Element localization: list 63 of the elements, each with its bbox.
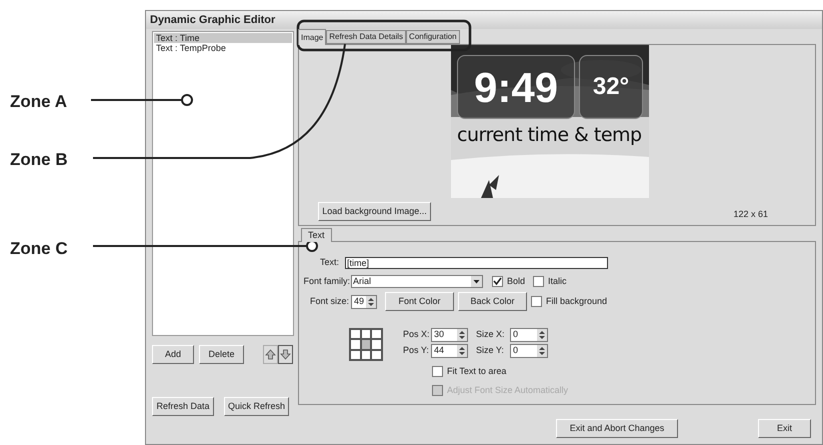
- push-button[interactable]: Load background Image...: [318, 202, 431, 221]
- spin-field[interactable]: 0: [510, 328, 548, 342]
- alignment-cell[interactable]: [360, 339, 372, 350]
- temperature-display: 32°: [579, 55, 643, 119]
- alignment-cell[interactable]: [371, 339, 382, 350]
- spin-field[interactable]: 30: [431, 328, 468, 342]
- spin-arrows-icon: [537, 345, 547, 357]
- field-label: Size X:: [476, 328, 506, 342]
- zone-label: Zone B: [10, 149, 68, 171]
- alignment-cell[interactable]: [350, 350, 361, 360]
- field-label: Pos X:: [403, 328, 431, 342]
- checkbox[interactable]: [531, 296, 542, 307]
- push-button[interactable]: Add: [152, 345, 194, 364]
- spin-field[interactable]: 49: [351, 294, 377, 308]
- spin-arrows-icon: [366, 296, 376, 308]
- spin-field[interactable]: 44: [431, 344, 468, 358]
- time-display: 9:49: [457, 55, 575, 119]
- push-button[interactable]: Exit: [758, 419, 811, 438]
- checkbox-label: Italic: [548, 274, 567, 288]
- spin-field[interactable]: 0: [510, 344, 548, 358]
- checkbox[interactable]: [533, 276, 544, 287]
- push-button[interactable]: Exit and Abort Changes: [556, 419, 678, 438]
- spin-arrows-icon: [457, 345, 467, 357]
- text-field[interactable]: [time]: [345, 256, 608, 269]
- spin-arrows-icon: [537, 329, 547, 341]
- field-label: Font family:: [302, 274, 351, 288]
- list-item[interactable]: Text : TempProbe: [154, 43, 292, 53]
- font-family-dropdown[interactable]: Arial: [351, 274, 483, 288]
- zone-label: Zone A: [10, 91, 67, 113]
- down-arrow-icon: [280, 349, 291, 360]
- spin-arrows-icon: [457, 329, 467, 341]
- push-button[interactable]: Refresh Data: [152, 397, 214, 416]
- checkbox-label: Fit Text to area: [447, 365, 506, 378]
- image-size-text: 122 x 61: [733, 208, 768, 221]
- field-label: Size Y:: [476, 344, 505, 358]
- push-button[interactable]: Quick Refresh: [224, 397, 289, 416]
- tab[interactable]: Refresh Data Details: [326, 30, 406, 44]
- alignment-cell[interactable]: [371, 329, 382, 340]
- zone-label: Zone C: [10, 238, 68, 260]
- tab[interactable]: Image: [298, 29, 326, 45]
- push-button[interactable]: Delete: [199, 345, 244, 364]
- alignment-cell[interactable]: [350, 339, 361, 350]
- checkbox-label: Fill background: [546, 294, 608, 308]
- window-title: Dynamic Graphic Editor: [146, 11, 822, 29]
- tab[interactable]: Text: [301, 228, 332, 242]
- field-label: Text:: [318, 256, 340, 269]
- alignment-cell[interactable]: [350, 329, 361, 340]
- field-label: Font size:: [308, 294, 350, 308]
- list-item[interactable]: Text : Time: [154, 33, 292, 43]
- check-icon: [493, 276, 502, 286]
- checkbox-label: Bold: [507, 274, 526, 288]
- move-down-button[interactable]: [278, 345, 293, 364]
- move-up-button[interactable]: [263, 345, 278, 364]
- checkbox[interactable]: [492, 276, 503, 287]
- up-arrow-icon: [265, 349, 276, 360]
- checkbox[interactable]: [432, 366, 443, 378]
- alignment-cell[interactable]: [360, 329, 372, 340]
- tab[interactable]: Configuration: [406, 30, 460, 44]
- preview-caption: current time & temp: [457, 123, 642, 148]
- push-button[interactable]: Back Color: [458, 292, 527, 311]
- alignment-cell[interactable]: [371, 350, 382, 360]
- push-button[interactable]: Font Color: [385, 292, 454, 311]
- field-label: Pos Y:: [403, 344, 430, 358]
